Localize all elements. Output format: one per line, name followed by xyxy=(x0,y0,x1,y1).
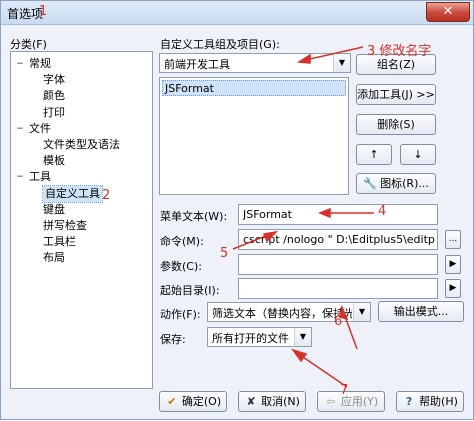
arrow-head xyxy=(317,207,331,219)
annotation-arrows xyxy=(232,46,374,388)
arrow-head xyxy=(339,304,349,321)
preferences-window: 首选项 ✕ 分类(F) − 常规 字体 颜色 打印 − 文件 文件类型及语法 模板 − 工具 自定义工… xyxy=(0,0,474,420)
arrow-head xyxy=(291,348,308,363)
arrow-head xyxy=(296,53,311,64)
arrow-head xyxy=(262,230,279,243)
arrow-to-apply xyxy=(296,352,348,388)
